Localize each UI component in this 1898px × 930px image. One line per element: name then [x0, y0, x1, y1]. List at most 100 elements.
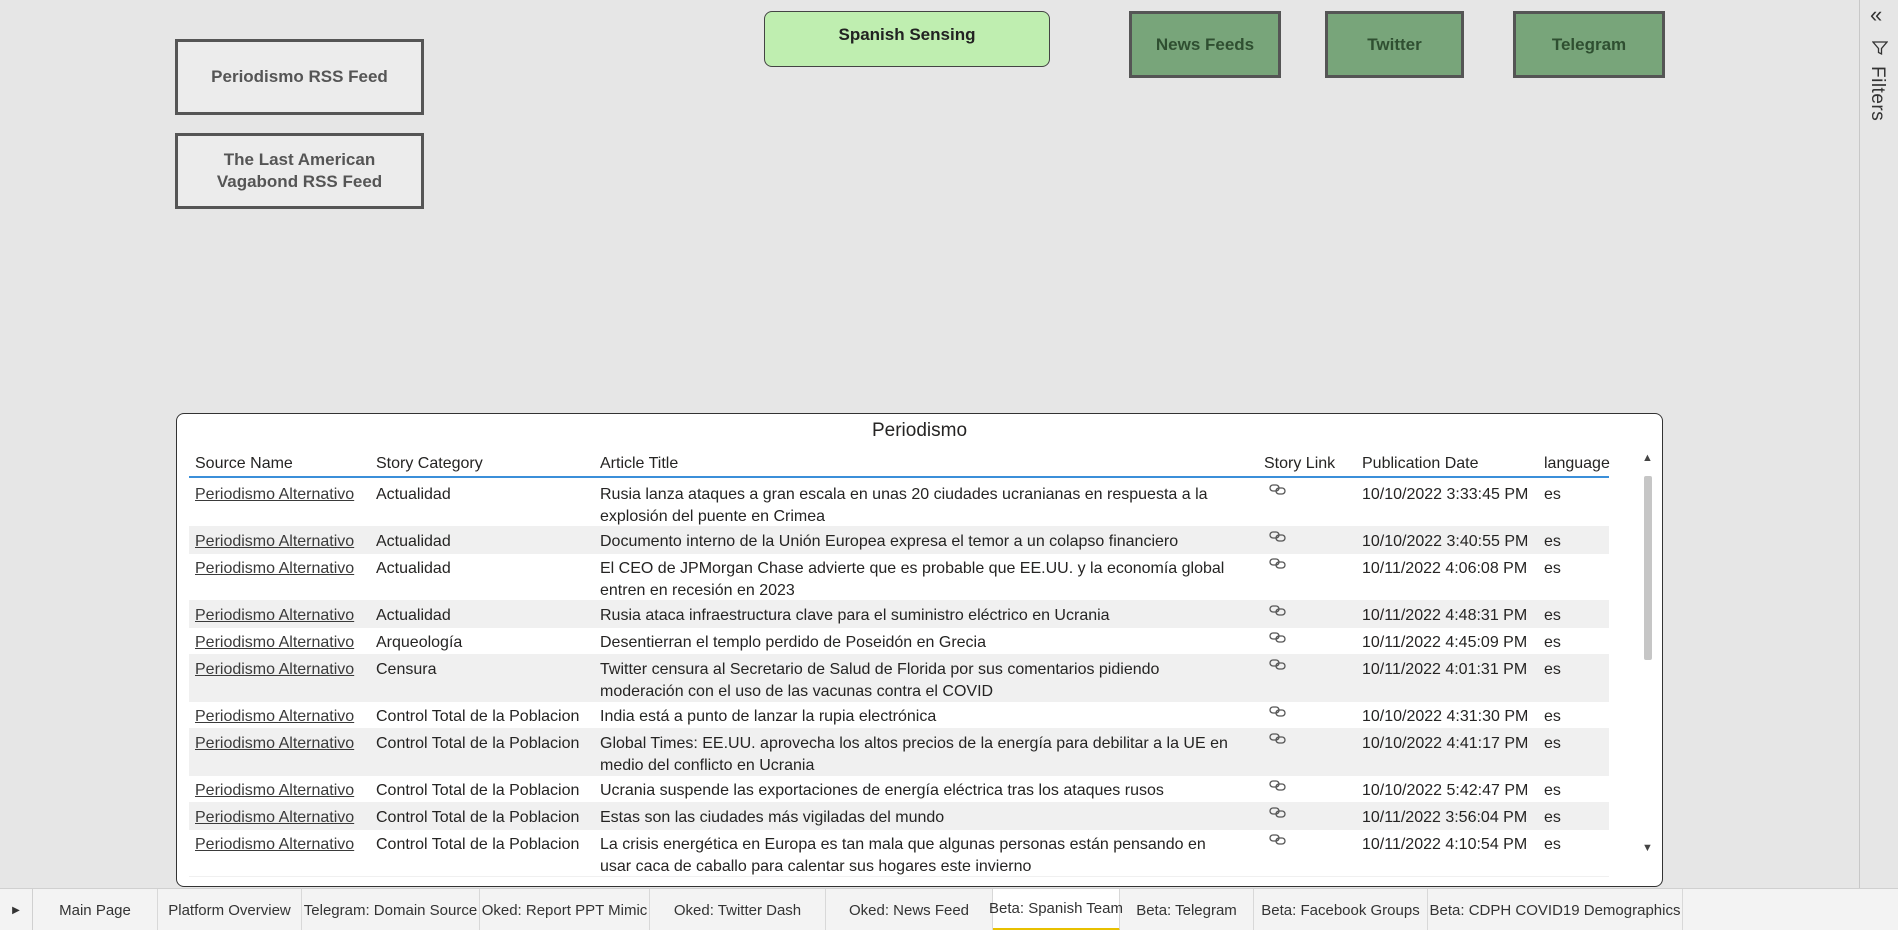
link-icon[interactable] — [1269, 779, 1287, 793]
source-name-link[interactable]: Periodismo Alternativo — [195, 558, 354, 580]
scroll-thumb[interactable] — [1644, 476, 1652, 660]
article-title-cell: Global Times: EE.UU. aprovecha los altos… — [600, 735, 1228, 774]
link-icon[interactable] — [1269, 705, 1287, 719]
column-header-language[interactable]: language — [1544, 455, 1610, 473]
column-header-story-category[interactable]: Story Category — [376, 455, 483, 473]
publication-date-cell: 10/10/2022 4:31:30 PM — [1362, 708, 1529, 725]
language-cell: es — [1544, 486, 1561, 503]
source-name-link[interactable]: Periodismo Alternativo — [195, 706, 354, 728]
column-header-publication-date[interactable]: Publication Date — [1362, 455, 1479, 473]
source-name-link[interactable]: Periodismo Alternativo — [195, 780, 354, 802]
story-category-cell: Control Total de la Poblacion — [376, 836, 580, 853]
publication-date-cell: 10/11/2022 3:56:04 PM — [1362, 809, 1528, 826]
tab-scroll-right-icon[interactable]: ▶ — [0, 889, 33, 930]
twitter-label: Twitter — [1367, 34, 1422, 54]
table-body: Periodismo Alternativo Actualidad Rusia la… — [189, 480, 1609, 884]
periodismo-rss-feed-label: Periodismo RSS Feed — [211, 67, 388, 86]
periodismo-rss-feed-button[interactable]: Periodismo RSS Feed — [175, 39, 424, 115]
story-category-cell: Control Total de la Poblacion — [376, 735, 580, 752]
story-category-cell: Control Total de la Poblacion — [376, 708, 580, 725]
scroll-down-icon[interactable]: ▼ — [1642, 842, 1653, 854]
article-title-cell: Rusia lanza ataques a gran escala en una… — [600, 486, 1208, 525]
news-feeds-button[interactable]: News Feeds — [1129, 11, 1281, 78]
language-cell: es — [1544, 607, 1561, 624]
table-row: Periodismo Alternativo Control Total de l… — [189, 729, 1609, 776]
tab-beta-facebook-groups[interactable]: Beta: Facebook Groups — [1254, 889, 1428, 930]
table-row: Periodismo Alternativo Actualidad El CEO d… — [189, 554, 1609, 601]
tab-beta-spanish-team[interactable]: Beta: Spanish Team — [989, 889, 1123, 930]
funnel-icon[interactable] — [1872, 40, 1888, 56]
vagabond-rss-feed-button[interactable]: The Last American Vagabond RSS Feed — [175, 133, 424, 209]
language-cell: es — [1544, 708, 1561, 725]
link-icon[interactable] — [1269, 557, 1287, 571]
link-icon[interactable] — [1269, 833, 1287, 847]
scroll-up-icon[interactable]: ▲ — [1642, 452, 1653, 464]
story-category-cell: Actualidad — [376, 533, 451, 550]
periodismo-table: Periodismo Source Name Story Category Ar… — [176, 413, 1663, 887]
table-row: Periodismo Alternativo Control Total de l… — [189, 803, 1609, 830]
spanish-sensing-button[interactable]: Spanish Sensing — [764, 11, 1050, 67]
source-name-link[interactable]: Periodismo Alternativo — [195, 605, 354, 627]
link-icon[interactable] — [1269, 658, 1287, 672]
tab-oked-report-ppt-mimic[interactable]: Oked: Report PPT Mimic — [480, 889, 650, 930]
article-title-cell: Estas son las ciudades más vigiladas del… — [600, 809, 945, 826]
filters-pane: « Filters — [1859, 0, 1898, 888]
tab-platform-overview[interactable]: Platform Overview — [158, 889, 302, 930]
publication-date-cell: 10/11/2022 4:06:08 PM — [1362, 560, 1528, 577]
filters-label[interactable]: Filters — [1866, 66, 1888, 121]
double-chevron-left-icon[interactable]: « — [1870, 4, 1882, 26]
story-category-cell: Control Total de la Poblacion — [376, 809, 580, 826]
telegram-button[interactable]: Telegram — [1513, 11, 1665, 78]
story-category-cell: Censura — [376, 661, 437, 678]
story-category-cell: Control Total de la Poblacion — [376, 782, 580, 799]
source-name-link[interactable]: Periodismo Alternativo — [195, 834, 354, 856]
story-category-cell: Actualidad — [376, 607, 451, 624]
tab-telegram-domain-source[interactable]: Telegram: Domain Source — [302, 889, 480, 930]
table-row: Periodismo Alternativo Actualidad Rusia at… — [189, 601, 1609, 628]
tab-beta-telegram[interactable]: Beta: Telegram — [1120, 889, 1254, 930]
source-name-link[interactable]: Periodismo Alternativo — [195, 659, 354, 681]
publication-date-cell: 10/11/2022 4:10:54 PM — [1362, 836, 1528, 853]
story-category-cell: Actualidad — [376, 486, 451, 503]
story-category-cell: Arqueología — [376, 634, 463, 651]
language-cell: es — [1544, 661, 1561, 678]
publication-date-cell: 10/11/2022 4:45:09 PM — [1362, 634, 1528, 651]
article-title-cell: Documento interno de la Unión Europea ex… — [600, 533, 1179, 550]
link-icon[interactable] — [1269, 631, 1287, 645]
news-feeds-label: News Feeds — [1155, 34, 1255, 54]
source-name-link[interactable]: Periodismo Alternativo — [195, 807, 354, 829]
tab-beta-cdph-covid19-demographics[interactable]: Beta: CDPH COVID19 Demographics — [1428, 889, 1683, 930]
table-row: Periodismo Alternativo Arqueología Desenti… — [189, 628, 1609, 655]
column-header-story-link[interactable]: Story Link — [1264, 455, 1335, 473]
table-scrollbar[interactable]: ▲ ▼ — [1640, 452, 1656, 864]
publication-date-cell: 10/11/2022 4:01:31 PM — [1362, 661, 1528, 678]
tab-main-page[interactable]: Main Page — [33, 889, 158, 930]
table-row: Periodismo Alternativo Control Total de l… — [189, 830, 1609, 877]
article-title-cell: La crisis energética en Europa es tan ma… — [600, 836, 1206, 875]
table-row: Periodismo Alternativo Control Total de l… — [189, 776, 1609, 803]
table-title: Periodismo — [871, 420, 968, 441]
table-row: Periodismo Alternativo Actualidad Rusia la… — [189, 480, 1609, 527]
column-header-article-title[interactable]: Article Title — [600, 455, 678, 473]
source-name-link[interactable]: Periodismo Alternativo — [195, 733, 354, 755]
link-icon[interactable] — [1269, 604, 1287, 618]
language-cell: es — [1544, 782, 1561, 799]
link-icon[interactable] — [1269, 806, 1287, 820]
link-icon[interactable] — [1269, 483, 1287, 497]
column-header-source-name[interactable]: Source Name — [195, 455, 293, 473]
language-cell: es — [1544, 533, 1561, 550]
table-header: Source Name Story Category Article Title… — [189, 450, 1610, 478]
source-name-link[interactable]: Periodismo Alternativo — [195, 484, 354, 506]
publication-date-cell: 10/11/2022 4:48:31 PM — [1362, 607, 1528, 624]
language-cell: es — [1544, 809, 1561, 826]
article-title-cell: India está a punto de lanzar la rupia el… — [600, 708, 937, 725]
tab-oked-twitter-dash[interactable]: Oked: Twitter Dash — [650, 889, 826, 930]
source-name-link[interactable]: Periodismo Alternativo — [195, 632, 354, 654]
tab-oked-news-feed[interactable]: Oked: News Feed — [826, 889, 993, 930]
link-icon[interactable] — [1269, 530, 1287, 544]
link-icon[interactable] — [1269, 732, 1287, 746]
twitter-button[interactable]: Twitter — [1325, 11, 1464, 78]
language-cell: es — [1544, 735, 1561, 752]
source-name-link[interactable]: Periodismo Alternativo — [195, 531, 354, 553]
vagabond-rss-feed-label: The Last American Vagabond RSS Feed — [216, 150, 383, 191]
